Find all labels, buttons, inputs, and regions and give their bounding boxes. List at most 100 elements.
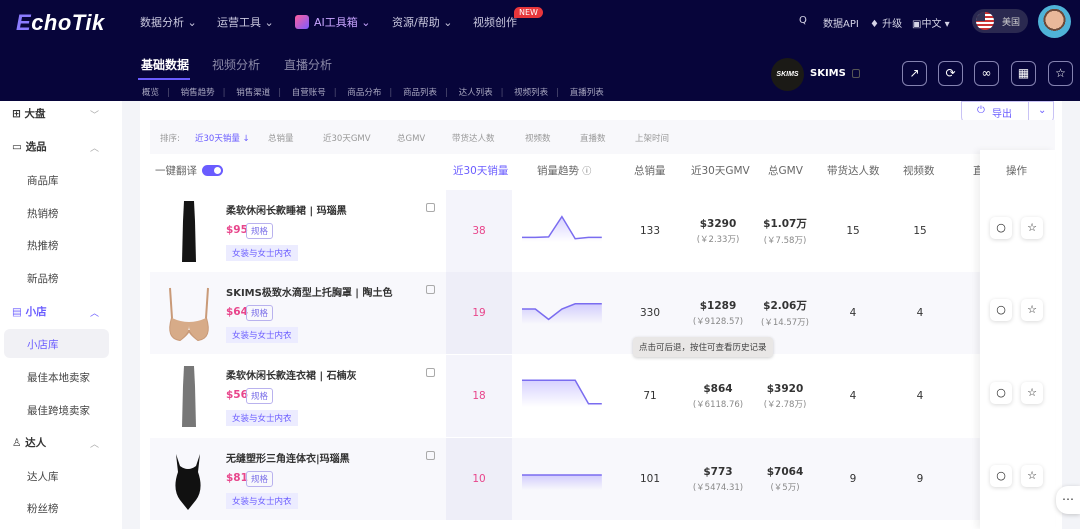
sort-creators[interactable]: 带货达人数 — [452, 132, 495, 144]
sort-total-sales[interactable]: 总销量 — [268, 132, 294, 144]
subnav-product-list[interactable]: 商品列表 — [403, 88, 437, 98]
sort-30d-sales[interactable]: 近30天销量 ↓ — [195, 132, 250, 144]
subnav-overview[interactable]: 概览 — [142, 88, 159, 98]
gmv-30d-cell: $773 (￥5474.31) — [678, 438, 758, 520]
tab-live-analysis[interactable]: 直播分析 — [284, 56, 332, 73]
sidebar-group-shop[interactable]: ▤ 小店 — [12, 304, 47, 319]
favorite-button[interactable]: ☆ — [1048, 61, 1073, 86]
star-icon[interactable]: ☆ — [1021, 217, 1043, 239]
sidebar-item-best-local-sellers[interactable]: 最佳本地卖家 — [27, 370, 90, 385]
echotik-logo[interactable]: EchoTik — [16, 10, 105, 36]
open-external-button[interactable]: ↗ — [902, 61, 927, 86]
product-title[interactable]: 柔软休闲长款睡裙 | 玛瑙黑 — [226, 202, 347, 217]
language-select[interactable]: ▣中文 ▾ — [912, 15, 950, 30]
translate-toggle[interactable] — [202, 165, 223, 176]
translate-icon[interactable] — [426, 203, 435, 212]
star-icon[interactable]: ☆ — [1021, 465, 1043, 487]
sidebar-item-follower-ranking[interactable]: 粉丝榜 — [27, 501, 59, 516]
tab-basic-data[interactable]: 基础数据 — [141, 56, 189, 73]
product-image[interactable] — [158, 278, 220, 348]
sidebar-item-hot-promo[interactable]: 热推榜 — [27, 238, 59, 253]
help-icon[interactable]: ⓘ — [582, 167, 591, 177]
chevron-up-icon[interactable]: ︿ — [90, 141, 99, 154]
product-title[interactable]: SKIMS极致水滴型上托胸罩 | 陶土色 — [226, 284, 392, 299]
upgrade-link[interactable]: ♦ 升级 — [870, 15, 902, 30]
more-icon[interactable]: ⋯ — [1056, 486, 1080, 514]
nav-resources[interactable]: 资源/帮助 ⌄ — [392, 14, 452, 30]
sidebar-group-dashboard[interactable]: ⊞ 大盘 — [12, 106, 45, 121]
subnav-sales-trend[interactable]: 销售趋势 — [181, 88, 215, 98]
search-icon[interactable]: ○ — [990, 465, 1012, 487]
star-icon[interactable]: ☆ — [1021, 299, 1043, 321]
search-icon[interactable]: Q — [799, 15, 807, 26]
sort-total-gmv[interactable]: 总GMV — [397, 132, 425, 144]
product-image[interactable] — [158, 196, 220, 266]
subnav-product-distribution[interactable]: 商品分布 — [347, 88, 381, 98]
search-icon[interactable]: ○ — [990, 217, 1012, 239]
nav-data-analysis[interactable]: 数据分析 ⌄ — [140, 14, 197, 30]
category-tag[interactable]: 女装与女士内衣 — [226, 327, 298, 343]
chevron-down-icon[interactable]: ﹀ — [90, 108, 99, 121]
total-sales: 71 — [643, 390, 657, 402]
sidebar-item-product-library[interactable]: 商品库 — [27, 173, 59, 188]
subnav-sales-channel[interactable]: 销售渠道 — [236, 88, 270, 98]
copy-icon[interactable] — [852, 69, 860, 78]
sales-trend-sparkline[interactable] — [522, 292, 604, 326]
sales-trend-sparkline[interactable] — [522, 210, 604, 244]
translate-icon[interactable] — [426, 285, 435, 294]
category-tag[interactable]: 女装与女士内衣 — [226, 410, 298, 426]
spec-button[interactable]: 规格 — [246, 305, 274, 321]
sidebar-item-new-products[interactable]: 新品榜 — [27, 271, 59, 286]
product-image[interactable] — [158, 444, 220, 514]
spec-button[interactable]: 规格 — [246, 471, 274, 487]
search-icon[interactable]: ○ — [990, 382, 1012, 404]
sort-listing-time[interactable]: 上架时间 — [635, 132, 669, 144]
translate-icon[interactable] — [426, 451, 435, 460]
col-header-30d-sales[interactable]: 近30天销量 — [453, 163, 508, 178]
sidebar-item-shop-library[interactable]: 小店库 — [27, 337, 59, 352]
spec-button[interactable]: 规格 — [246, 223, 274, 239]
nav-ai-toolbox[interactable]: AI工具箱 ⌄ — [295, 14, 371, 30]
spec-button[interactable]: 规格 — [246, 388, 274, 404]
col-header-gmv[interactable]: 总GMV — [768, 163, 803, 178]
link-button[interactable]: ∞ — [974, 61, 999, 86]
sidebar-item-best-crossborder-sellers[interactable]: 最佳跨境卖家 — [27, 403, 90, 418]
col-header-creators[interactable]: 带货达人数 — [827, 163, 880, 178]
nav-ops-tools[interactable]: 运营工具 ⌄ — [217, 14, 274, 30]
sidebar-item-hot-sales[interactable]: 热销榜 — [27, 206, 59, 221]
translate-icon[interactable] — [426, 368, 435, 377]
gmv-30d-cny: (￥9128.57) — [692, 316, 744, 327]
shop-logo: SKIMS — [771, 58, 804, 91]
refresh-button[interactable]: ⟳ — [938, 61, 963, 86]
col-header-total-sales[interactable]: 总销量 — [634, 163, 666, 178]
chevron-up-icon[interactable]: ︿ — [90, 437, 99, 450]
product-title[interactable]: 柔软休闲长款连衣裙 | 石楠灰 — [226, 367, 357, 382]
product-title[interactable]: 无缝塑形三角连体衣|玛瑙黑 — [226, 450, 350, 465]
col-header-30d-gmv[interactable]: 近30天GMV — [691, 163, 750, 178]
star-icon[interactable]: ☆ — [1021, 382, 1043, 404]
sidebar-group-creators[interactable]: ♙ 达人 — [12, 435, 46, 450]
sales-trend-sparkline[interactable] — [522, 458, 604, 492]
search-icon[interactable]: ○ — [990, 299, 1012, 321]
subnav-video-list[interactable]: 视频列表 — [514, 88, 548, 98]
sales-trend-sparkline[interactable] — [522, 375, 604, 409]
chevron-up-icon[interactable]: ︿ — [90, 306, 99, 319]
tab-video-analysis[interactable]: 视频分析 — [212, 56, 260, 73]
sort-videos[interactable]: 视频数 — [525, 132, 551, 144]
sidebar-item-creator-library[interactable]: 达人库 — [27, 469, 59, 484]
sidebar-group-selection[interactable]: ▭ 选品 — [12, 139, 47, 154]
data-api-link[interactable]: 数据API — [823, 15, 859, 30]
sort-30d-gmv[interactable]: 近30天GMV — [323, 132, 371, 144]
category-tag[interactable]: 女装与女士内衣 — [226, 245, 298, 261]
subnav-creator-list[interactable]: 达人列表 — [459, 88, 493, 98]
nav-video-creation[interactable]: 视频创作 — [473, 14, 517, 30]
col-header-videos[interactable]: 视频数 — [903, 163, 935, 178]
user-avatar[interactable] — [1038, 5, 1071, 38]
product-image[interactable] — [158, 361, 220, 431]
category-tag[interactable]: 女装与女士内衣 — [226, 493, 298, 509]
country-select[interactable]: 美国 — [972, 9, 1028, 33]
grid-button[interactable]: ▦ — [1011, 61, 1036, 86]
sort-lives[interactable]: 直播数 — [580, 132, 606, 144]
subnav-own-accounts[interactable]: 自营账号 — [292, 88, 326, 98]
subnav-live-list[interactable]: 直播列表 — [570, 88, 604, 98]
